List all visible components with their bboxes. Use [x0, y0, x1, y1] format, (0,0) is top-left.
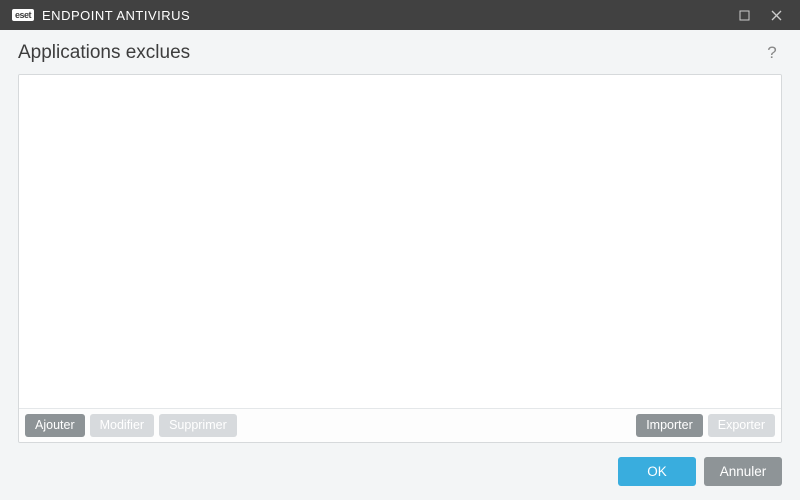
- help-button[interactable]: ?: [762, 43, 782, 63]
- content: Applications exclues ? Ajouter Modifier …: [0, 30, 800, 500]
- brand-logo-box: eset: [12, 9, 34, 21]
- edit-button[interactable]: Modifier: [90, 414, 154, 438]
- brand-text: ENDPOINT ANTIVIRUS: [42, 8, 190, 23]
- close-button[interactable]: [760, 0, 792, 30]
- titlebar: eset ENDPOINT ANTIVIRUS: [0, 0, 800, 30]
- exclusion-panel: Ajouter Modifier Supprimer Importer Expo…: [18, 74, 782, 443]
- import-button[interactable]: Importer: [636, 414, 703, 438]
- cancel-button[interactable]: Annuler: [704, 457, 782, 486]
- delete-button[interactable]: Supprimer: [159, 414, 237, 438]
- maximize-icon: [739, 10, 750, 21]
- window: eset ENDPOINT ANTIVIRUS Applications exc…: [0, 0, 800, 500]
- add-button[interactable]: Ajouter: [25, 414, 85, 438]
- page-title: Applications exclues: [18, 42, 190, 64]
- footer: OK Annuler: [18, 443, 782, 486]
- exclusion-list[interactable]: [19, 75, 781, 408]
- panel-toolbar: Ajouter Modifier Supprimer Importer Expo…: [19, 408, 781, 443]
- ok-button[interactable]: OK: [618, 457, 696, 486]
- export-button[interactable]: Exporter: [708, 414, 775, 438]
- header-row: Applications exclues ?: [18, 42, 782, 64]
- close-icon: [771, 10, 782, 21]
- maximize-button[interactable]: [728, 0, 760, 30]
- brand-logo: eset: [12, 9, 34, 21]
